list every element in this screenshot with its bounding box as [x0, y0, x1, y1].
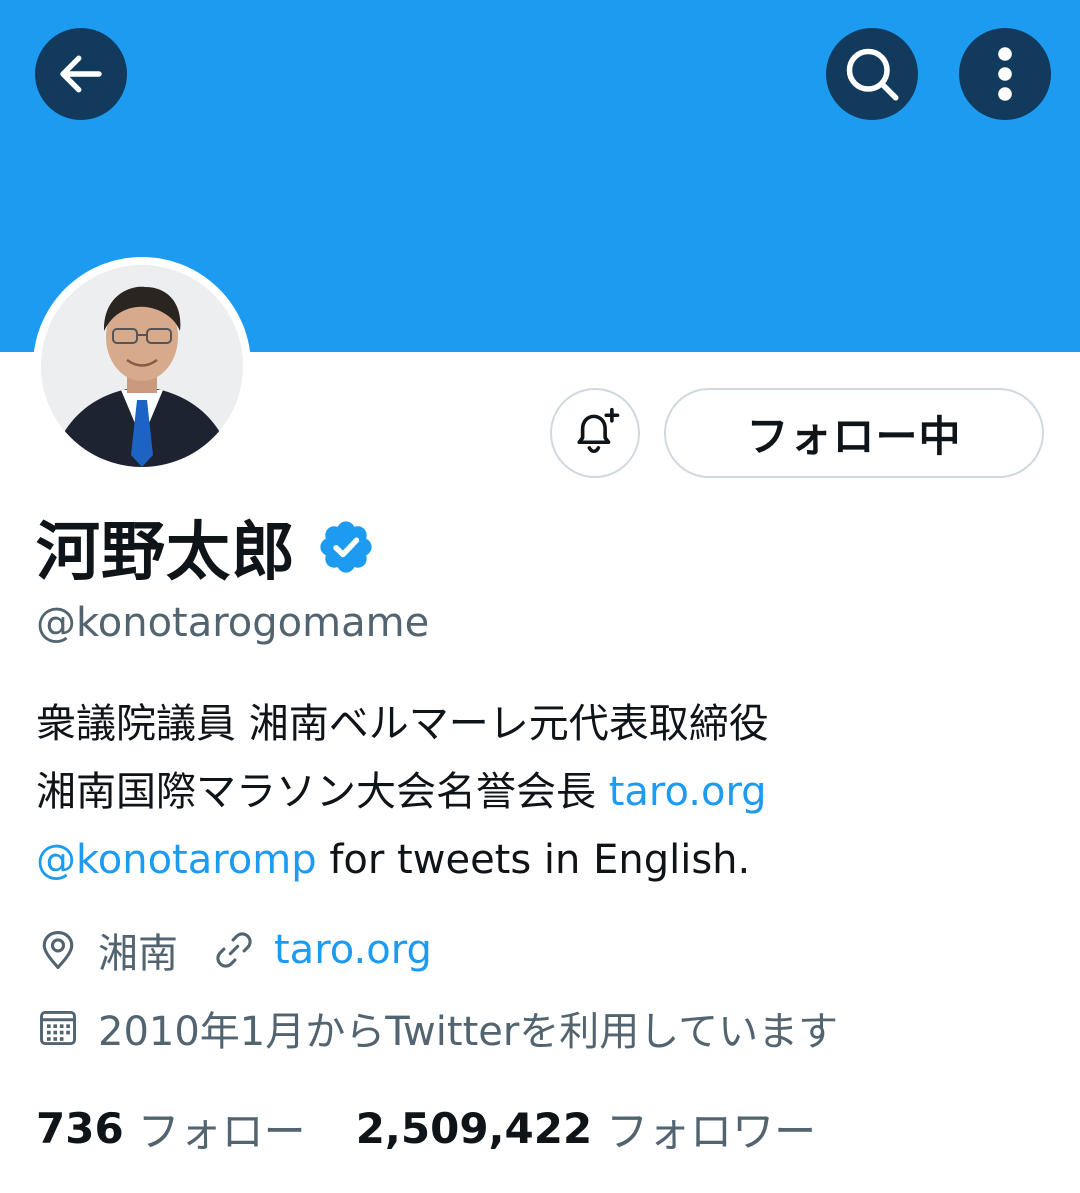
search-button[interactable] [826, 28, 918, 120]
location-pin-icon [36, 928, 80, 972]
followers-stat[interactable]: 2,509,422 フォロワー [356, 1098, 817, 1159]
follow-stats: 736 フォロー 2,509,422 フォロワー [36, 1096, 816, 1160]
bio-line-1: 衆議院議員 湘南ベルマーレ元代表取締役 [36, 701, 769, 747]
bio-line-3: @konotaromp for tweets in English. [36, 826, 1046, 894]
following-stat[interactable]: 736 フォロー [36, 1098, 306, 1159]
followers-count: 2,509,422 [355, 1103, 593, 1153]
joined-text: 2010年1月からTwitterを利用しています [98, 1009, 839, 1055]
followers-label: フォロワー [606, 1106, 817, 1156]
user-handle: @konotarogomame [36, 600, 430, 646]
bell-plus-icon [568, 404, 622, 462]
name-row: 河野太郎 [36, 502, 376, 592]
bio-line-3-text: for tweets in English. [316, 837, 751, 883]
following-count: 736 [36, 1103, 124, 1153]
location-text: 湘南 [98, 931, 178, 977]
link-icon [212, 928, 256, 972]
more-vertical-icon [995, 46, 1015, 102]
bio-website-link[interactable]: taro.org [609, 769, 767, 815]
more-options-button[interactable] [959, 28, 1051, 120]
calendar-icon [36, 1006, 80, 1050]
joined-item: 2010年1月からTwitterを利用しています [36, 998, 838, 1058]
verified-badge-icon[interactable] [316, 517, 376, 577]
following-button[interactable]: フォロー中 [664, 388, 1044, 478]
bio-line-2-text: 湘南国際マラソン大会名誉会長 [36, 769, 609, 815]
bio-line-2: 湘南国際マラソン大会名誉会長 taro.org [36, 758, 1046, 826]
profile-page: フォロー中 河野太郎 @konotarogomame 衆議院議員 湘南ベルマーレ… [0, 0, 1080, 1193]
location-item: 湘南 [36, 921, 178, 979]
profile-meta: 湘南 taro.org [36, 920, 432, 980]
avatar[interactable] [33, 257, 251, 475]
notifications-button[interactable] [550, 388, 640, 478]
display-name: 河野太郎 [36, 516, 296, 590]
bio: 衆議院議員 湘南ベルマーレ元代表取締役 湘南国際マラソン大会名誉会長 taro.… [36, 690, 1046, 894]
arrow-left-icon [54, 47, 108, 101]
bio-mention-link[interactable]: @konotaromp [36, 837, 317, 883]
back-button[interactable] [35, 28, 127, 120]
following-label: フォロー [137, 1106, 306, 1156]
search-icon [842, 44, 902, 104]
website-item: taro.org [212, 927, 432, 973]
website-link[interactable]: taro.org [274, 927, 432, 973]
avatar-photo [41, 265, 243, 467]
following-button-label: フォロー中 [746, 411, 962, 461]
